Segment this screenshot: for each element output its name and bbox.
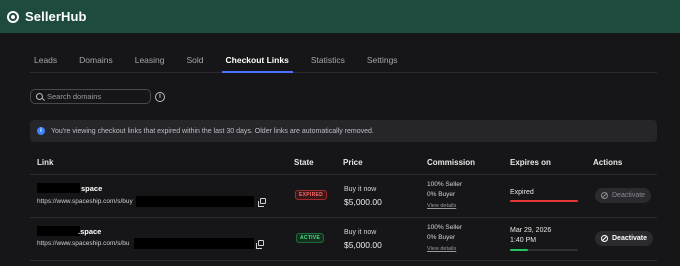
expiry-progress-bar	[510, 200, 578, 202]
commission-buyer: 0% Buyer	[427, 191, 456, 198]
tab-domains[interactable]: Domains	[75, 50, 117, 73]
expires-time: 1:40 PM	[510, 237, 537, 244]
copy-icon[interactable]	[256, 240, 264, 249]
price-type: Buy it now	[344, 186, 377, 193]
domain-name: space	[81, 184, 103, 193]
tab-sold[interactable]: Sold	[183, 50, 208, 73]
checkout-url: https://www.spaceship.com/s/buy	[37, 198, 133, 205]
redacted-url	[134, 238, 254, 249]
sellerhub-logo-icon	[7, 10, 19, 23]
tab-statistics[interactable]: Statistics	[307, 50, 349, 73]
domain-name: .space	[78, 227, 102, 236]
column-header-state: State	[294, 158, 314, 167]
expires-on: Expired	[510, 189, 534, 196]
redacted-url	[136, 196, 254, 207]
column-header-commission: Commission	[427, 158, 476, 167]
app-brand: SellerHub	[25, 9, 87, 24]
search-box	[30, 89, 151, 104]
deactivate-button[interactable]: Deactivate	[595, 231, 654, 246]
info-icon[interactable]: i	[155, 92, 165, 102]
copy-icon[interactable]	[258, 198, 266, 207]
expiry-progress-fill	[510, 249, 529, 251]
column-header-price: Price	[343, 158, 363, 167]
nav-tabs: Leads Domains Leasing Sold Checkout Link…	[30, 50, 657, 73]
checkout-url: https://www.spaceship.com/s/bu	[37, 240, 130, 247]
redacted-domain-name	[37, 183, 80, 193]
deactivate-label: Deactivate	[612, 235, 648, 242]
tab-leasing[interactable]: Leasing	[131, 50, 169, 73]
app-header: SellerHub	[0, 0, 680, 33]
expiry-progress-bar	[510, 249, 578, 251]
tab-checkout-links[interactable]: Checkout Links	[221, 50, 293, 73]
tab-settings[interactable]: Settings	[363, 50, 402, 73]
info-banner: i You're viewing checkout links that exp…	[30, 120, 657, 142]
expiry-progress-fill	[510, 200, 578, 202]
ban-icon	[601, 192, 608, 199]
view-details-link[interactable]: View details	[427, 203, 456, 209]
view-details-link[interactable]: View details	[427, 246, 456, 252]
column-header-expires: Expires on	[510, 158, 551, 167]
redacted-domain-name	[37, 226, 80, 236]
price-value: $5,000.00	[344, 197, 382, 207]
status-badge: ACTIVE	[296, 233, 325, 243]
commission-buyer: 0% Buyer	[427, 234, 456, 241]
table-divider	[30, 217, 657, 218]
info-icon: i	[37, 127, 45, 135]
ban-icon	[601, 235, 608, 242]
column-header-actions: Actions	[593, 158, 623, 167]
commission-seller: 100% Seller	[427, 224, 463, 231]
search-input[interactable]	[47, 92, 147, 101]
tab-leads[interactable]: Leads	[30, 50, 61, 73]
expires-on: Mar 29, 2026	[510, 227, 552, 234]
search-icon	[36, 93, 43, 100]
banner-text: You're viewing checkout links that expir…	[51, 127, 374, 135]
table-divider	[30, 260, 657, 261]
deactivate-button[interactable]: Deactivate	[595, 188, 652, 203]
commission-seller: 100% Seller	[427, 181, 463, 188]
price-value: $5,000.00	[344, 240, 382, 250]
status-badge: EXPIRED	[295, 190, 328, 200]
deactivate-label: Deactivate	[612, 192, 646, 199]
column-header-link: Link	[37, 158, 54, 167]
price-type: Buy it now	[344, 229, 377, 236]
table-divider	[30, 174, 657, 175]
